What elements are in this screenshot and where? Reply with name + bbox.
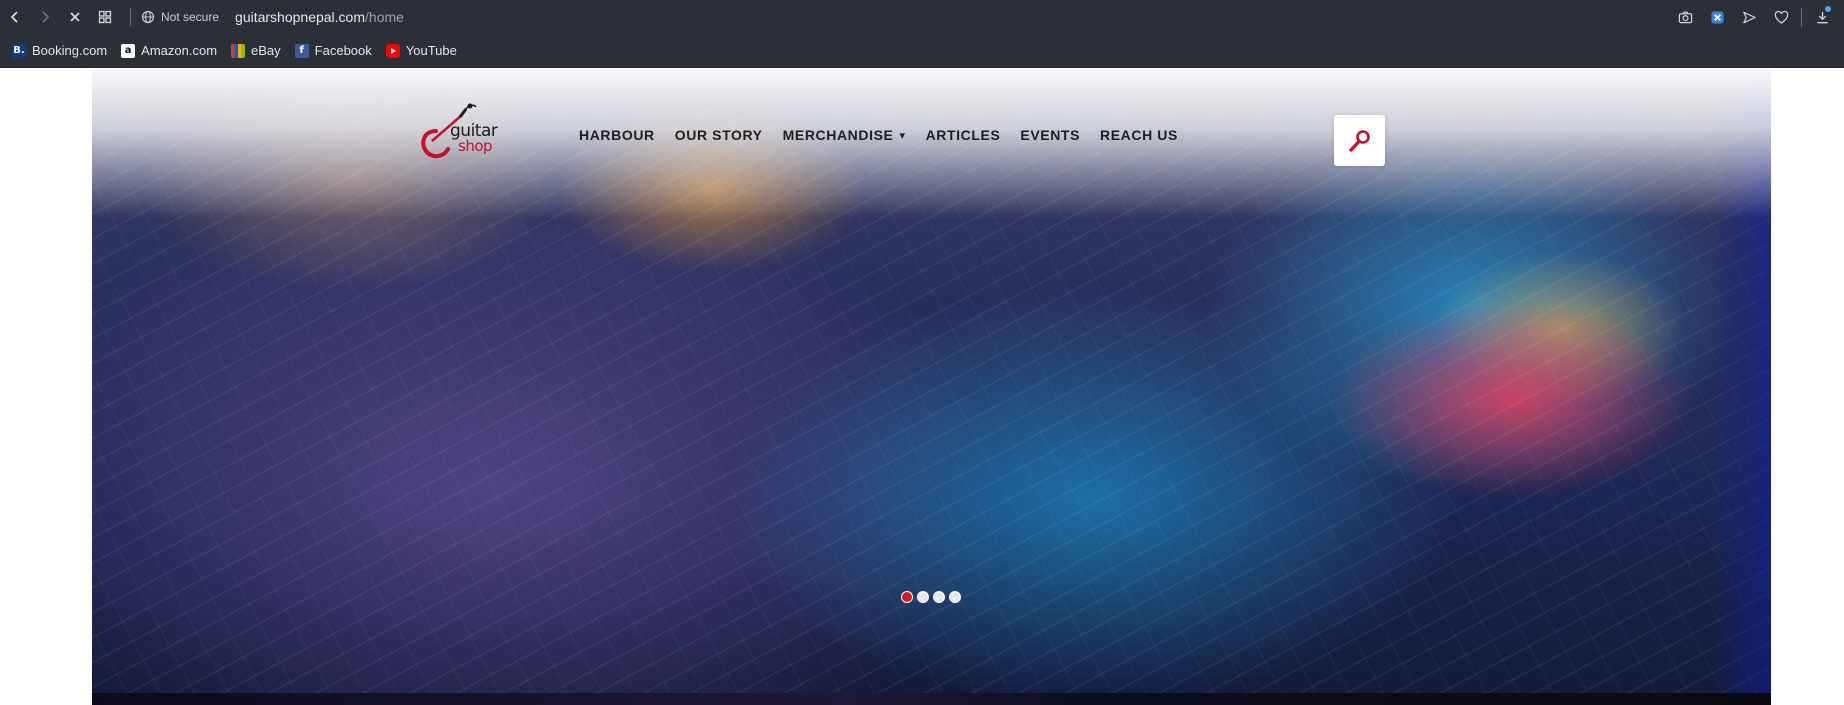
main-navigation: HARBOUR OUR STORY MERCHANDISE ▾ ARTICLES …: [579, 127, 1178, 143]
url-domain: guitarshopnepal.com: [235, 9, 366, 25]
favorites-button[interactable]: [1765, 2, 1797, 32]
security-label: Not secure: [161, 10, 220, 24]
extension-button[interactable]: [1701, 2, 1733, 32]
chevron-down-icon: ▾: [899, 129, 906, 142]
close-icon: [70, 12, 80, 22]
nav-merchandise[interactable]: MERCHANDISE ▾: [783, 127, 906, 143]
nav-label: MERCHANDISE: [782, 127, 894, 143]
slider-dot-1[interactable]: [901, 591, 913, 603]
bookmark-facebook[interactable]: f Facebook: [294, 43, 372, 58]
hero-slider[interactable]: guitar shop HARBOUR OUR STORY MERCHANDIS…: [92, 69, 1771, 693]
search-icon: [1348, 129, 1370, 152]
youtube-icon: [385, 43, 400, 58]
slider-dot-2[interactable]: [917, 591, 929, 603]
heart-icon: [1774, 10, 1788, 24]
downloads-button[interactable]: [1806, 2, 1838, 32]
facebook-icon: f: [294, 43, 309, 58]
divider: [1801, 8, 1802, 26]
next-section-edge: [92, 693, 1771, 705]
bookmark-label: Amazon.com: [141, 43, 218, 58]
forward-button[interactable]: [30, 2, 60, 32]
bookmark-ebay[interactable]: eBay: [231, 43, 281, 58]
slider-dot-3[interactable]: [933, 591, 945, 603]
bookmark-youtube[interactable]: YouTube: [385, 43, 457, 58]
bookmark-label: Facebook: [314, 43, 372, 58]
bookmark-label: YouTube: [405, 43, 457, 58]
bookmark-label: eBay: [251, 43, 281, 58]
ebay-icon: [231, 43, 246, 58]
nav-events[interactable]: EVENTS: [1020, 127, 1080, 143]
divider: [130, 8, 131, 26]
camera-icon: [1678, 11, 1692, 23]
chevron-right-icon: [42, 11, 50, 23]
back-button[interactable]: [0, 2, 30, 32]
booking-icon: B.: [12, 43, 26, 58]
amazon-icon: a: [121, 43, 136, 58]
url-path: /home: [365, 9, 404, 25]
nav-label: EVENTS: [1020, 127, 1081, 143]
send-icon: [1742, 11, 1756, 23]
bookmark-label: Booking.com: [32, 43, 108, 58]
bookmarks-bar: B. Booking.com a Amazon.com eBay f Faceb…: [0, 34, 1844, 68]
chevron-left-icon: [10, 11, 18, 23]
nav-label: OUR STORY: [674, 127, 763, 143]
nav-harbour[interactable]: HARBOUR: [579, 127, 655, 143]
web-page: guitar shop HARBOUR OUR STORY MERCHANDIS…: [0, 69, 1844, 705]
security-indicator[interactable]: Not secure: [141, 10, 219, 24]
toolbar-actions: [1669, 0, 1844, 34]
nav-label: ARTICLES: [925, 127, 1001, 143]
address-bar[interactable]: guitarshopnepal.com/home: [235, 9, 404, 25]
site-logo[interactable]: guitar shop: [414, 101, 504, 165]
nav-label: REACH US: [1100, 127, 1178, 143]
shield-icon: [1710, 10, 1724, 24]
stop-button[interactable]: [60, 2, 90, 32]
logo-text-shop: shop: [458, 137, 493, 155]
send-button[interactable]: [1733, 2, 1765, 32]
nav-reach-us[interactable]: REACH US: [1100, 127, 1178, 143]
download-badge: [1825, 6, 1831, 12]
tabs-button[interactable]: [90, 2, 120, 32]
slider-pagination: [901, 591, 961, 603]
slider-dot-4[interactable]: [949, 591, 961, 603]
nav-our-story[interactable]: OUR STORY: [675, 127, 763, 143]
screenshot-button[interactable]: [1669, 2, 1701, 32]
bookmark-amazon[interactable]: a Amazon.com: [121, 43, 217, 58]
search-button[interactable]: [1334, 115, 1385, 166]
bookmark-booking[interactable]: B. Booking.com: [12, 43, 107, 58]
nav-articles[interactable]: ARTICLES: [926, 127, 1001, 143]
globe-icon: [141, 10, 155, 24]
nav-label: HARBOUR: [579, 127, 655, 143]
browser-toolbar: Not secure guitarshopnepal.com/home: [0, 0, 1844, 34]
grid-icon: [98, 10, 112, 24]
